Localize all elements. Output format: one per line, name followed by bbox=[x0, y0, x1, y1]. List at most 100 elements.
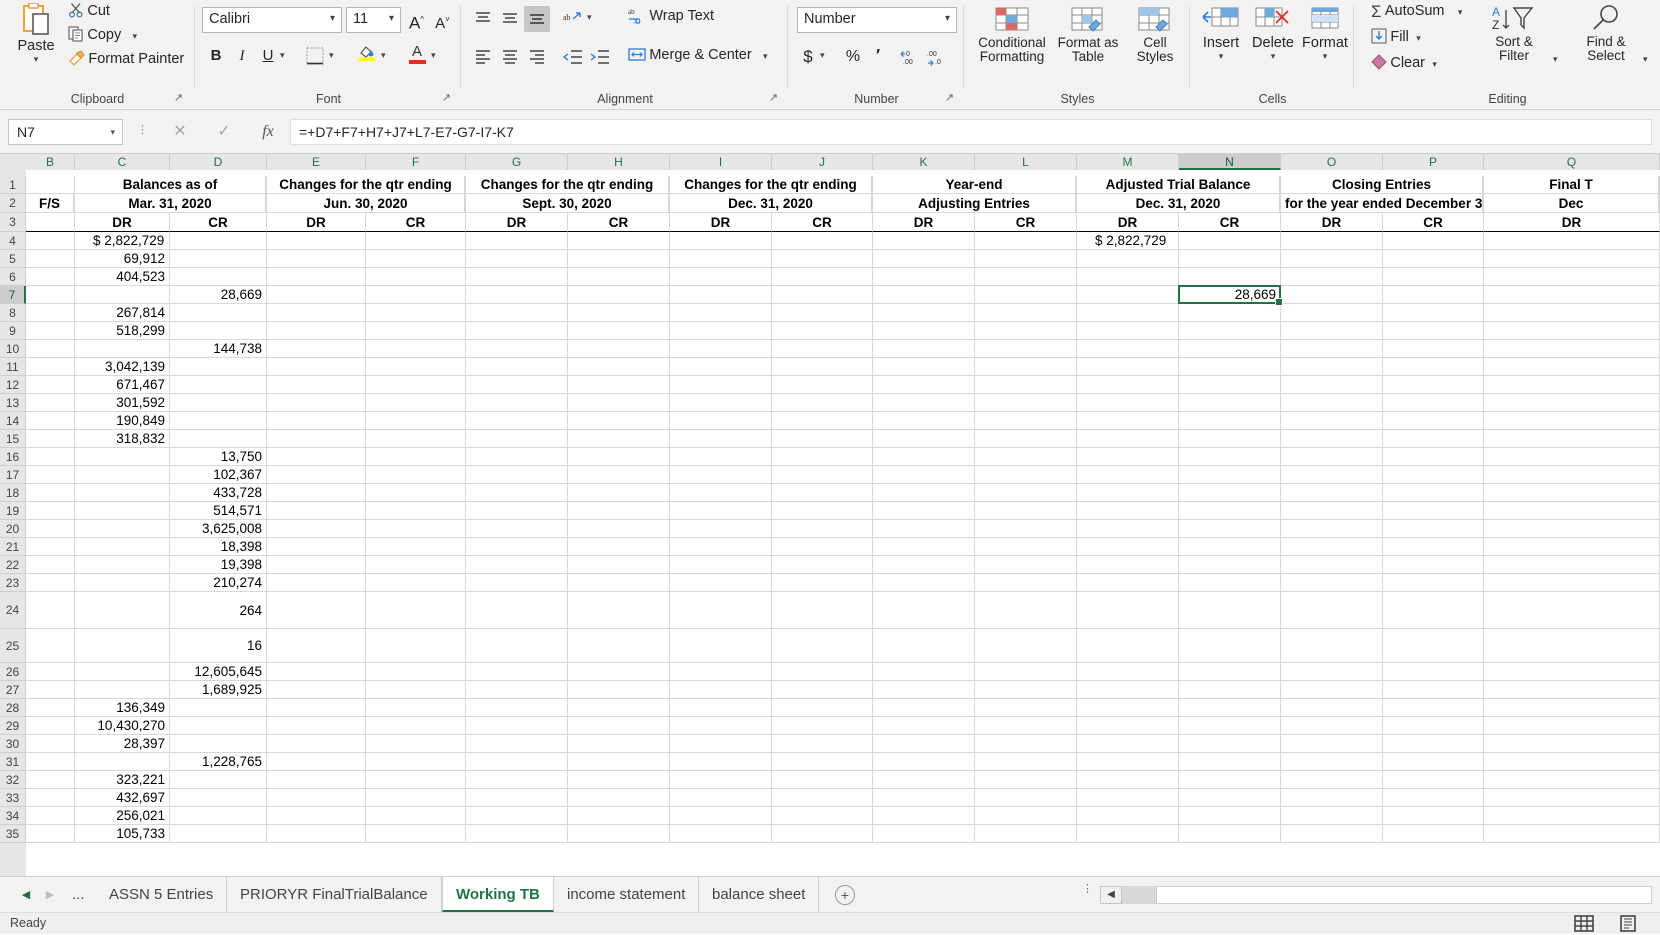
format-as-table-button[interactable]: Format as Table bbox=[1053, 2, 1123, 72]
cell-F15[interactable] bbox=[366, 430, 466, 448]
cell-O13[interactable] bbox=[1281, 394, 1383, 412]
cell-C6[interactable]: 404,523 bbox=[75, 268, 170, 286]
align-middle-button[interactable] bbox=[497, 6, 523, 32]
cell-K30[interactable] bbox=[873, 735, 975, 753]
column-header-o[interactable]: O bbox=[1281, 154, 1383, 170]
row-header-28[interactable]: 28 bbox=[0, 699, 26, 717]
cell-K5[interactable] bbox=[873, 250, 975, 268]
cell-D24[interactable]: 264 bbox=[170, 592, 267, 629]
clear-button[interactable]: Clear ▾ bbox=[1367, 52, 1441, 76]
header-row2-b[interactable]: F/S bbox=[26, 194, 74, 213]
cell-N4[interactable] bbox=[1179, 232, 1281, 250]
cell-O34[interactable] bbox=[1281, 807, 1383, 825]
cell-P14[interactable] bbox=[1383, 412, 1484, 430]
cell-C8[interactable]: 267,814 bbox=[75, 304, 170, 322]
cell-L7[interactable] bbox=[975, 286, 1077, 304]
cell-J30[interactable] bbox=[772, 735, 873, 753]
sheet-cells[interactable]: Balances as of Changes for the qtr ending… bbox=[26, 170, 1660, 876]
cell-K20[interactable] bbox=[873, 520, 975, 538]
cell-J25[interactable] bbox=[772, 629, 873, 663]
chevron-down-icon[interactable]: ▾ bbox=[110, 120, 115, 144]
cell-O14[interactable] bbox=[1281, 412, 1383, 430]
cell-F13[interactable] bbox=[366, 394, 466, 412]
column-header-e[interactable]: E bbox=[267, 154, 366, 170]
align-center-button[interactable] bbox=[497, 44, 523, 70]
cell-P23[interactable] bbox=[1383, 574, 1484, 592]
cell-P33[interactable] bbox=[1383, 789, 1484, 807]
row-header-20[interactable]: 20 bbox=[0, 520, 26, 538]
fill-button[interactable]: Fill ▾ bbox=[1367, 26, 1425, 50]
row-header-26[interactable]: 26 bbox=[0, 663, 26, 681]
cell-G31[interactable] bbox=[466, 753, 568, 771]
cell-B10[interactable] bbox=[26, 340, 75, 358]
cell-P21[interactable] bbox=[1383, 538, 1484, 556]
cell-Q10[interactable] bbox=[1484, 340, 1660, 358]
cell-E23[interactable] bbox=[267, 574, 366, 592]
column-header-b[interactable]: B bbox=[26, 154, 75, 170]
cell-E18[interactable] bbox=[267, 484, 366, 502]
cell-P17[interactable] bbox=[1383, 466, 1484, 484]
merge-center-button[interactable]: Merge & Center ▾ bbox=[624, 44, 772, 70]
cell-M34[interactable] bbox=[1077, 807, 1179, 825]
cell-M24[interactable] bbox=[1077, 592, 1179, 629]
cell-H9[interactable] bbox=[568, 322, 670, 340]
cell-I24[interactable] bbox=[670, 592, 772, 629]
cell-J14[interactable] bbox=[772, 412, 873, 430]
cell-B15[interactable] bbox=[26, 430, 75, 448]
copy-chevron-icon[interactable]: ▾ bbox=[133, 31, 138, 41]
row-header-34[interactable]: 34 bbox=[0, 807, 26, 825]
cell-L12[interactable] bbox=[975, 376, 1077, 394]
cell-C22[interactable] bbox=[75, 556, 170, 574]
column-header-k[interactable]: K bbox=[873, 154, 975, 170]
cell-C31[interactable] bbox=[75, 753, 170, 771]
increase-font-size-button[interactable]: A^ bbox=[404, 7, 429, 33]
cell-O26[interactable] bbox=[1281, 663, 1383, 681]
cell-F10[interactable] bbox=[366, 340, 466, 358]
cell-F21[interactable] bbox=[366, 538, 466, 556]
insert-chevron-icon[interactable]: ▾ bbox=[1195, 51, 1247, 62]
cell-I34[interactable] bbox=[670, 807, 772, 825]
cell-B16[interactable] bbox=[26, 448, 75, 466]
cell-J27[interactable] bbox=[772, 681, 873, 699]
cell-G34[interactable] bbox=[466, 807, 568, 825]
cell-F4[interactable] bbox=[366, 232, 466, 250]
row-header-33[interactable]: 33 bbox=[0, 789, 26, 807]
cell-N26[interactable] bbox=[1179, 663, 1281, 681]
cell-D29[interactable] bbox=[170, 717, 267, 735]
cell-I32[interactable] bbox=[670, 771, 772, 789]
header-drcr-l[interactable]: CR bbox=[975, 213, 1077, 232]
cell-F31[interactable] bbox=[366, 753, 466, 771]
cell-P26[interactable] bbox=[1383, 663, 1484, 681]
decrease-font-size-button[interactable]: A˅ bbox=[430, 7, 455, 32]
cell-D13[interactable] bbox=[170, 394, 267, 412]
cell-F30[interactable] bbox=[366, 735, 466, 753]
cell-M5[interactable] bbox=[1077, 250, 1179, 268]
cell-E6[interactable] bbox=[267, 268, 366, 286]
cell-K9[interactable] bbox=[873, 322, 975, 340]
cell-E33[interactable] bbox=[267, 789, 366, 807]
autosum-button[interactable]: Σ AutoSum ▾ bbox=[1367, 0, 1466, 24]
cell-I35[interactable] bbox=[670, 825, 772, 843]
cell-N11[interactable] bbox=[1179, 358, 1281, 376]
cell-L23[interactable] bbox=[975, 574, 1077, 592]
row-header-31[interactable]: 31 bbox=[0, 753, 26, 771]
cell-G33[interactable] bbox=[466, 789, 568, 807]
cell-I12[interactable] bbox=[670, 376, 772, 394]
cell-C26[interactable] bbox=[75, 663, 170, 681]
cell-K10[interactable] bbox=[873, 340, 975, 358]
cell-H4[interactable] bbox=[568, 232, 670, 250]
cell-F23[interactable] bbox=[366, 574, 466, 592]
cell-C5[interactable]: 69,912 bbox=[75, 250, 170, 268]
cell-L17[interactable] bbox=[975, 466, 1077, 484]
cell-E15[interactable] bbox=[267, 430, 366, 448]
number-format-select[interactable]: Number ▾ bbox=[797, 7, 957, 33]
font-color-chevron-icon[interactable]: ▾ bbox=[431, 50, 445, 61]
cell-I15[interactable] bbox=[670, 430, 772, 448]
cell-J26[interactable] bbox=[772, 663, 873, 681]
align-left-button[interactable] bbox=[470, 44, 496, 70]
header-row2-m[interactable]: Dec. 31, 2020 bbox=[1077, 194, 1280, 213]
cell-K35[interactable] bbox=[873, 825, 975, 843]
fx-icon[interactable]: fx bbox=[248, 119, 288, 145]
cell-E29[interactable] bbox=[267, 717, 366, 735]
cell-E34[interactable] bbox=[267, 807, 366, 825]
